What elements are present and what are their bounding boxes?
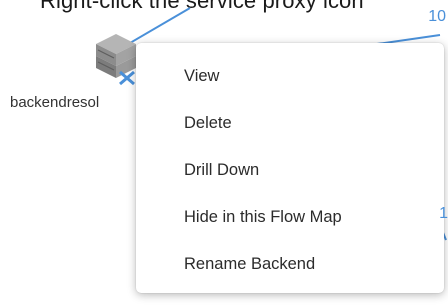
flow-map-canvas: Right-click the service proxy icon 10 ba… [0, 0, 448, 306]
menu-item-drill-down[interactable]: Drill Down [136, 147, 444, 194]
caption-text: Right-click the service proxy icon [40, 0, 364, 13]
menu-item-delete[interactable]: Delete [136, 100, 444, 147]
menu-item-hide-in-flow-map[interactable]: Hide in this Flow Map [136, 194, 444, 241]
context-menu: View Delete Drill Down Hide in this Flow… [136, 43, 444, 293]
caption: Right-click the service proxy icon [40, 0, 364, 14]
menu-item-rename-backend[interactable]: Rename Backend [136, 241, 444, 288]
edge-label-secondary: 1 [439, 205, 448, 222]
menu-item-view[interactable]: View [136, 53, 444, 100]
node-label: backendresol [10, 94, 100, 111]
edge-label-calls: 10 [428, 8, 446, 25]
